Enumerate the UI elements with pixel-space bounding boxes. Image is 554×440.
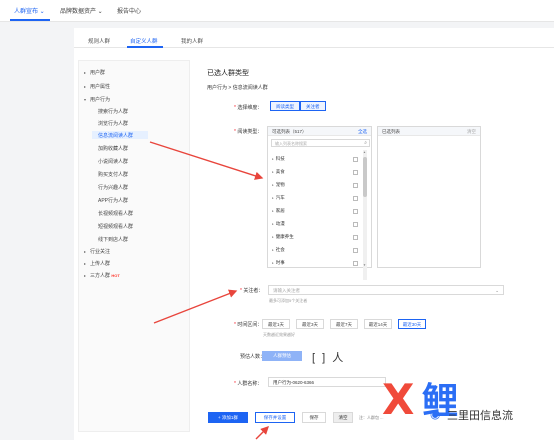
transfer-selected-list: 已选列表 清空 bbox=[377, 126, 481, 268]
tab-rule-crowd[interactable]: 规则人群 bbox=[88, 37, 110, 45]
tree-item-purchase-pay[interactable]: 购买支付人群 bbox=[98, 171, 128, 178]
select-type-label: * 选择维度： bbox=[234, 105, 263, 111]
tree-item-feed-reading[interactable]: 信息流阅读人群 bbox=[98, 132, 133, 139]
follower-input[interactable]: 请输入关注者 ⌄ bbox=[268, 285, 504, 295]
list-item[interactable]: ▸ 科技 bbox=[272, 156, 285, 162]
subtab-active-indicator bbox=[127, 46, 163, 48]
nav-brand-assets[interactable]: 品牌数据资产 ⌄ bbox=[60, 6, 103, 15]
estimate-value: [ ] 人 bbox=[312, 352, 346, 364]
wechat-icon: ◉ bbox=[430, 407, 441, 421]
section-title: 已选人群类型 bbox=[207, 70, 249, 77]
checkbox[interactable] bbox=[353, 222, 358, 227]
transfer-selected-header: 已选列表 清空 bbox=[378, 127, 480, 136]
scrollbar-thumb[interactable] bbox=[363, 157, 367, 197]
nav-active-indicator bbox=[10, 19, 50, 21]
time-option-3d[interactable]: 最近3天 bbox=[296, 319, 324, 329]
tree-item-app-behavior[interactable]: APP行为人群 bbox=[98, 197, 128, 204]
checkbox[interactable] bbox=[353, 183, 358, 188]
scroll-down-icon[interactable]: ▼ bbox=[363, 263, 366, 267]
checkbox[interactable] bbox=[353, 196, 358, 201]
checkbox[interactable] bbox=[353, 170, 358, 175]
checkbox[interactable] bbox=[353, 248, 358, 253]
transfer-selected-title: 已选列表 bbox=[382, 129, 400, 134]
tree-item-behavior-interest[interactable]: 行为兴趣人群 bbox=[98, 184, 128, 191]
time-option-7d[interactable]: 最近7天 bbox=[330, 319, 358, 329]
tree-group-third-party[interactable]: ▸ 三方人群 HOT bbox=[84, 272, 120, 279]
crowd-name-label: * 人群名称： bbox=[234, 381, 263, 387]
tree-group-upload[interactable]: ▸ 上传人群 bbox=[84, 260, 110, 267]
follower-label: * 关注者： bbox=[240, 288, 264, 294]
checkbox[interactable] bbox=[353, 261, 358, 266]
time-range-group: 最近1天 最近3天 最近7天 最近14天 最近30天 bbox=[262, 319, 432, 329]
option-follower[interactable]: 关注者 bbox=[300, 101, 326, 111]
tree-item-long-video[interactable]: 长视频观看人群 bbox=[98, 210, 133, 217]
time-range-label: * 时间区间： bbox=[234, 322, 263, 328]
chevron-down-icon: ⌄ bbox=[495, 288, 499, 293]
tree-group-users[interactable]: ▸ 用户群 bbox=[84, 69, 105, 76]
checkbox[interactable] bbox=[353, 235, 358, 240]
tree-item-cart-favorite[interactable]: 加购收藏人群 bbox=[98, 145, 128, 152]
tree-item-novel-reading[interactable]: 小说阅读人群 bbox=[98, 158, 128, 165]
list-item[interactable]: ▸ 宠物 bbox=[272, 182, 285, 188]
time-option-14d[interactable]: 最近14天 bbox=[364, 319, 392, 329]
list-item[interactable]: ▸ 家居 bbox=[272, 208, 285, 214]
clear-button[interactable]: 清空 bbox=[333, 412, 353, 423]
list-item[interactable]: ▸ 时事 bbox=[272, 260, 285, 266]
follower-hint: 最多可添加5个关注者 bbox=[269, 298, 308, 303]
select-type-group: 阅读类型 关注者 bbox=[270, 101, 326, 111]
breadcrumb: 用户行为 > 信息流阅读人群 bbox=[207, 85, 268, 91]
save-and-set-button[interactable]: 保存并设置 bbox=[255, 412, 295, 423]
tab-custom-crowd[interactable]: 自定义人群 bbox=[130, 37, 158, 45]
top-navigation: 人群宣布 ⌄ 品牌数据资产 ⌄ 报告中心 bbox=[0, 0, 554, 22]
logo-mark-x: X bbox=[382, 375, 415, 424]
tree-group-attributes[interactable]: ▸ 用户属性 bbox=[84, 83, 110, 90]
crowd-name-input[interactable]: 用户行为-0620-6366 bbox=[268, 377, 386, 387]
clear-link[interactable]: 清空 bbox=[467, 129, 476, 135]
list-item[interactable]: ▸ 社会 bbox=[272, 247, 285, 253]
scroll-up-icon[interactable]: ▲ bbox=[363, 150, 366, 154]
transfer-source-list: 可选列表（517） 全选 输入列表名称搜索 ⌕ ▸ 科技 ▸ 美食 ▸ 宠物 ▸ 汽车 ▸… bbox=[267, 126, 372, 280]
tree-item-offline-store[interactable]: 线下到店人群 bbox=[98, 236, 128, 243]
checkbox[interactable] bbox=[353, 157, 358, 162]
time-option-30d[interactable]: 最近30天 bbox=[398, 319, 426, 329]
transfer-source-title: 可选列表（517） bbox=[272, 129, 307, 134]
footer-note: 注：人群包 ... bbox=[359, 415, 384, 420]
save-button[interactable]: 保存 bbox=[302, 412, 326, 423]
add-crowd-button[interactable]: + 添加1群 bbox=[208, 412, 248, 423]
estimate-button[interactable]: 人群预估 bbox=[262, 351, 302, 361]
crowd-type-tree bbox=[78, 60, 190, 432]
transfer-search-input[interactable]: 输入列表名称搜索 ⌕ bbox=[271, 139, 370, 147]
transfer-source-header: 可选列表（517） 全选 bbox=[268, 127, 371, 136]
tree-group-behavior[interactable]: ▾ 用户行为 bbox=[84, 96, 110, 103]
nav-report-center[interactable]: 报告中心 bbox=[117, 6, 141, 15]
list-item[interactable]: ▸ 汽车 bbox=[272, 195, 285, 201]
time-hint: 天数越近效果越好 bbox=[263, 332, 295, 337]
list-item[interactable]: ▸ 动漫 bbox=[272, 221, 285, 227]
nav-crowd-manage[interactable]: 人群宣布 ⌄ bbox=[14, 6, 45, 15]
time-option-1d[interactable]: 最近1天 bbox=[262, 319, 290, 329]
tree-item-browse-behavior[interactable]: 浏览行为人群 bbox=[98, 120, 128, 127]
list-item[interactable]: ▸ 美食 bbox=[272, 169, 285, 175]
tree-item-short-video[interactable]: 短视频观看人群 bbox=[98, 223, 133, 230]
list-item[interactable]: ▸ 健康养生 bbox=[272, 234, 294, 240]
select-all-link[interactable]: 全选 bbox=[358, 129, 367, 135]
reading-type-label: * 阅读类型： bbox=[234, 129, 263, 135]
tree-item-search-behavior[interactable]: 搜索行为人群 bbox=[98, 108, 128, 115]
logo-text: 三里田信息流 bbox=[447, 409, 513, 422]
hot-badge: HOT bbox=[111, 273, 120, 278]
tree-group-industry[interactable]: ▸ 行业关注 bbox=[84, 248, 110, 255]
option-reading-type[interactable]: 阅读类型 bbox=[270, 101, 300, 111]
tab-my-crowd[interactable]: 我的人群 bbox=[181, 37, 203, 45]
checkbox[interactable] bbox=[353, 209, 358, 214]
search-icon: ⌕ bbox=[364, 140, 367, 146]
